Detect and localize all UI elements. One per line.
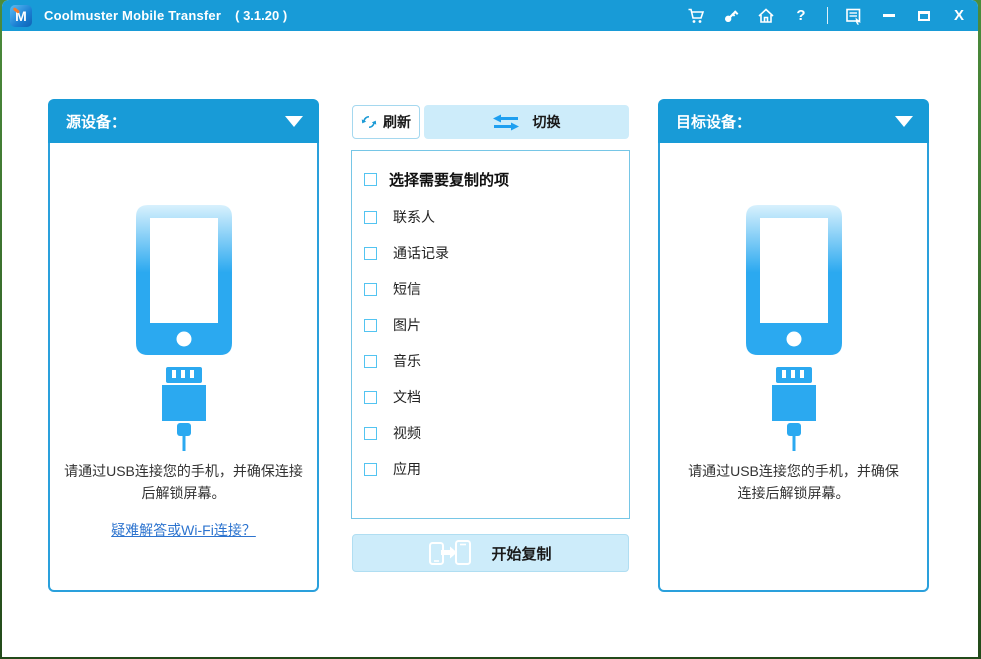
phone-transfer-icon (429, 539, 471, 567)
maximize-button[interactable] (915, 7, 933, 25)
help-icon[interactable]: ? (792, 7, 810, 25)
start-copy-label: 开始复制 (491, 543, 551, 564)
target-connect-hint: 请通过USB连接您的手机，并确保连接后解锁屏幕。 (660, 461, 927, 504)
source-connect-hint: 请通过USB连接您的手机，并确保连接后解锁屏幕。 (50, 461, 317, 504)
home-icon[interactable] (757, 7, 775, 25)
copy-item-row[interactable]: 应用 (364, 451, 629, 487)
item-label: 音乐 (393, 351, 421, 371)
item-checkbox[interactable] (364, 391, 377, 404)
item-checkbox[interactable] (364, 247, 377, 260)
close-button[interactable]: X (950, 7, 968, 25)
switch-label: 切换 (533, 112, 561, 132)
troubleshoot-wifi-link[interactable]: 疑难解答或Wi-Fi连接？ (111, 520, 256, 540)
target-device-body: 请通过USB连接您的手机，并确保连接后解锁屏幕。 (658, 143, 929, 592)
refresh-icon (361, 114, 377, 130)
source-device-dropdown-icon[interactable] (285, 116, 303, 127)
item-checkbox[interactable] (364, 319, 377, 332)
item-label: 联系人 (393, 207, 435, 227)
select-all-label: 选择需要复制的项 (389, 169, 509, 190)
refresh-button[interactable]: 刷新 (352, 105, 420, 139)
swap-arrows-icon (493, 114, 519, 131)
logo-accent (13, 7, 20, 13)
item-label: 视频 (393, 423, 421, 443)
source-device-panel: 源设备： 请通过USB连接您的手机，并确保连接后解锁屏幕。 疑难解答或Wi-Fi… (48, 99, 319, 592)
copy-item-row[interactable]: 通话记录 (364, 235, 629, 271)
start-copy-button[interactable]: 开始复制 (352, 534, 629, 572)
main-content: 源设备： 请通过USB连接您的手机，并确保连接后解锁屏幕。 疑难解答或Wi-Fi… (2, 31, 978, 657)
app-version: ( 3.1.20 ) (235, 8, 287, 23)
key-icon[interactable] (722, 7, 740, 25)
item-label: 图片 (393, 315, 421, 335)
app-logo-icon: M (10, 5, 32, 27)
item-label: 通话记录 (393, 243, 449, 263)
copy-item-row[interactable]: 视频 (364, 415, 629, 451)
select-all-row[interactable]: 选择需要复制的项 (364, 163, 629, 195)
item-label: 应用 (393, 459, 421, 479)
copy-items-list: 选择需要复制的项 联系人 通话记录 短信 (351, 150, 630, 519)
cart-icon[interactable] (687, 7, 705, 25)
titlebar: M Coolmuster Mobile Transfer ( 3.1.20 ) (2, 0, 978, 31)
switch-button[interactable]: 切换 (424, 105, 629, 139)
select-all-checkbox[interactable] (364, 173, 377, 186)
item-checkbox[interactable] (364, 283, 377, 296)
phone-usb-icon (719, 205, 869, 451)
phone-usb-icon (109, 205, 259, 451)
titlebar-separator (827, 7, 828, 24)
copy-item-row[interactable]: 文档 (364, 379, 629, 415)
refresh-label: 刷新 (383, 112, 411, 132)
target-device-panel: 目标设备： 请通过USB连接您的手机，并确保连接后解锁屏幕。 (658, 99, 929, 592)
app-title: Coolmuster Mobile Transfer (44, 8, 221, 23)
item-checkbox[interactable] (364, 355, 377, 368)
app-window: M Coolmuster Mobile Transfer ( 3.1.20 ) (2, 0, 978, 657)
source-device-title: 源设备： (66, 111, 126, 132)
item-checkbox[interactable] (364, 463, 377, 476)
source-device-header: 源设备： (48, 99, 319, 143)
target-device-title: 目标设备： (676, 111, 751, 132)
copy-item-row[interactable]: 短信 (364, 271, 629, 307)
copy-item-row[interactable]: 联系人 (364, 199, 629, 235)
copy-item-row[interactable]: 图片 (364, 307, 629, 343)
copy-item-row[interactable]: 音乐 (364, 343, 629, 379)
minimize-button[interactable] (880, 7, 898, 25)
item-label: 短信 (393, 279, 421, 299)
item-checkbox[interactable] (364, 427, 377, 440)
target-device-header: 目标设备： (658, 99, 929, 143)
register-icon[interactable] (845, 7, 863, 25)
item-checkbox[interactable] (364, 211, 377, 224)
copy-item-rows: 联系人 通话记录 短信 图片 (364, 199, 629, 487)
item-label: 文档 (393, 387, 421, 407)
source-device-body: 请通过USB连接您的手机，并确保连接后解锁屏幕。 疑难解答或Wi-Fi连接？ (48, 143, 319, 592)
target-device-dropdown-icon[interactable] (895, 116, 913, 127)
